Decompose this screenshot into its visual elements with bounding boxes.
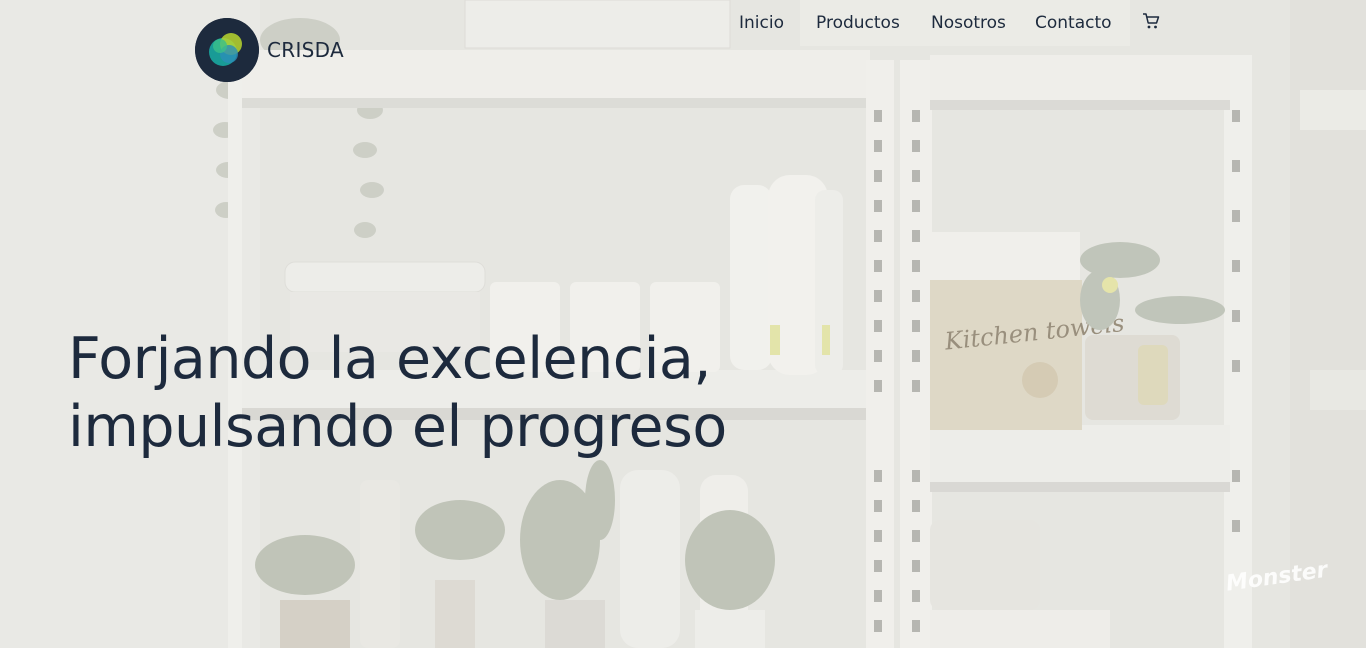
- nav-item-nosotros[interactable]: Nosotros: [931, 13, 1006, 33]
- nav-item-contacto[interactable]: Contacto: [1035, 13, 1112, 33]
- brand-name[interactable]: CRISDA: [267, 38, 344, 62]
- nav-item-inicio[interactable]: Inicio: [739, 13, 784, 33]
- nav-item-productos[interactable]: Productos: [816, 13, 900, 33]
- shopping-cart-icon[interactable]: [1142, 12, 1160, 30]
- headline-line-2: impulsando el progreso: [68, 394, 727, 460]
- headline-line-1: Forjando la excelencia,: [68, 326, 711, 392]
- site-header: CRISDA Inicio Productos Nosotros Contact…: [0, 0, 1366, 100]
- main-nav: Inicio Productos Nosotros Contacto: [0, 13, 1366, 37]
- hero-headline: Forjando la excelencia, impulsando el pr…: [68, 325, 727, 461]
